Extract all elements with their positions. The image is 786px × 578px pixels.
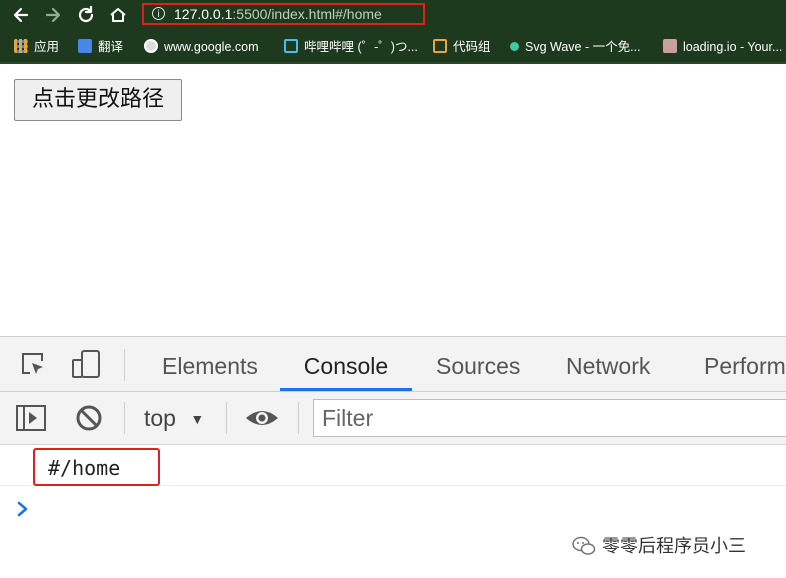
address-bar[interactable]: i 127.0.0.1:5500/index.html#/home — [142, 3, 425, 25]
bookmark-loadingio[interactable]: loading.io - Your... — [663, 38, 782, 56]
bookmark-bilibili[interactable]: 哔哩哔哩 (゜-゜)つ... — [284, 38, 418, 56]
url-host: 127.0.0.1 — [174, 6, 233, 22]
code-icon — [433, 39, 447, 53]
tab-elements[interactable]: Elements — [162, 337, 258, 391]
bookmark-translate[interactable]: 翻译 — [78, 38, 123, 56]
chevron-right-icon[interactable] — [16, 499, 30, 523]
context-label: top — [144, 405, 176, 431]
toolbar-divider — [124, 402, 125, 434]
device-toolbar-icon[interactable] — [70, 349, 102, 379]
watermark: 零零后程序员小三 — [572, 533, 746, 561]
bookmarks-bar: 应用 翻译 www.google.com 哔哩哔哩 (゜-゜)つ... 代码组 … — [0, 31, 786, 64]
dropdown-triangle-icon: ▼ — [190, 411, 205, 427]
url-text: 127.0.0.1:5500/index.html#/home — [174, 5, 382, 23]
bookmark-label: loading.io - Your... — [683, 40, 783, 54]
tab-network[interactable]: Network — [566, 337, 650, 391]
bookmark-apps[interactable]: 应用 — [14, 38, 59, 56]
globe-icon — [144, 39, 158, 53]
browser-toolbar: i 127.0.0.1:5500/index.html#/home — [0, 0, 786, 31]
page-viewport: 点击更改路径 — [0, 64, 786, 336]
tab-console[interactable]: Console — [280, 337, 412, 391]
arrow-left-icon[interactable] — [10, 4, 32, 26]
inspect-element-icon[interactable] — [18, 349, 48, 379]
toolbar-divider — [298, 402, 299, 434]
tab-performance[interactable]: Perform — [704, 337, 786, 391]
bookmark-code[interactable]: 代码组 — [433, 38, 491, 56]
tab-sources[interactable]: Sources — [436, 337, 520, 391]
devtools-panel: Elements Console Sources Network Perform… — [0, 336, 786, 578]
toolbar-divider — [226, 402, 227, 434]
loadingio-icon — [663, 39, 677, 53]
bilibili-icon — [284, 39, 298, 53]
context-selector[interactable]: top ▼ — [144, 400, 204, 436]
console-log-row: #/home — [0, 445, 786, 486]
log-message: #/home — [48, 456, 121, 480]
translate-icon — [78, 39, 92, 53]
bookmark-label: 哔哩哔哩 (゜-゜)つ... — [304, 40, 418, 54]
clear-console-icon[interactable] — [74, 403, 104, 433]
reload-icon[interactable] — [75, 4, 97, 26]
sidebar-toggle-icon[interactable] — [15, 403, 47, 433]
svgwave-icon — [510, 42, 519, 51]
tab-divider — [124, 349, 125, 381]
highlight-box: #/home — [33, 448, 160, 486]
devtools-tabbar: Elements Console Sources Network Perform — [0, 337, 786, 392]
console-toolbar: top ▼ Filter — [0, 392, 786, 445]
bookmark-label: 应用 — [34, 40, 60, 54]
change-path-button[interactable]: 点击更改路径 — [14, 79, 182, 121]
url-path: :5500/index.html#/home — [232, 6, 382, 22]
eye-icon[interactable] — [244, 404, 280, 432]
bookmark-google[interactable]: www.google.com — [144, 38, 259, 56]
apps-grid-icon — [14, 39, 28, 53]
info-icon[interactable]: i — [152, 7, 165, 20]
bookmark-svgwave[interactable]: Svg Wave - 一个免... — [510, 38, 641, 56]
bookmark-label: www.google.com — [164, 40, 259, 54]
wechat-icon — [572, 536, 596, 556]
watermark-text: 零零后程序员小三 — [602, 536, 746, 557]
bookmark-label: 代码组 — [453, 40, 491, 54]
home-icon[interactable] — [107, 4, 129, 26]
bookmark-label: Svg Wave - 一个免... — [525, 40, 641, 54]
filter-input[interactable]: Filter — [313, 399, 786, 437]
arrow-right-icon[interactable] — [42, 4, 64, 26]
bookmark-label: 翻译 — [98, 40, 124, 54]
